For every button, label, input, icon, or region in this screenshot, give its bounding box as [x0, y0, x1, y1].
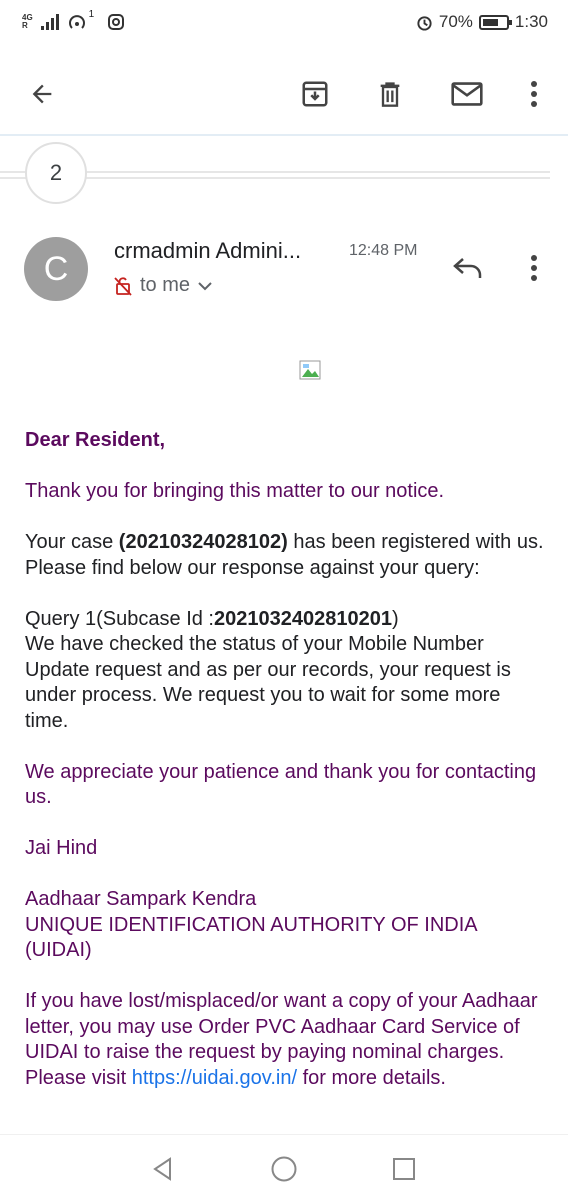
- status-bar: 4G R 1 70% 1:30: [0, 0, 568, 48]
- case-prefix: Your case: [25, 531, 119, 553]
- more-vert-icon: [531, 81, 537, 107]
- status-left: 4G R 1: [22, 8, 125, 32]
- greeting: Dear Resident,: [25, 429, 166, 451]
- case-paragraph: Your case (20210324028102) has been regi…: [25, 530, 545, 581]
- more-options-button[interactable]: [510, 70, 558, 118]
- email-body: Dear Resident, Thank you for bringing th…: [25, 428, 545, 1117]
- system-navigation-bar: [0, 1134, 568, 1200]
- network-type: 4G R: [22, 14, 33, 30]
- status-right: 70% 1:30: [416, 12, 548, 32]
- nav-recents-button[interactable]: [384, 1149, 424, 1189]
- recipient-details-toggle[interactable]: to me: [114, 274, 212, 297]
- org-line-2: UNIQUE IDENTIFICATION AUTHORITY OF INDIA…: [25, 913, 477, 962]
- back-button[interactable]: [18, 70, 66, 118]
- query-suffix: ): [391, 607, 399, 630]
- battery-percent: 70%: [438, 12, 473, 31]
- message-header: C crmadmin Admini... 12:48 PM to me: [0, 230, 568, 310]
- instagram-icon: [108, 14, 125, 30]
- hotspot-icon: [68, 15, 85, 29]
- no-encryption-icon: [114, 276, 132, 296]
- toolbar-divider: [0, 134, 568, 136]
- query-paragraph: Query 1(Subcase Id :2021032402810201) We …: [25, 607, 545, 735]
- uidai-link[interactable]: https://uidai.gov.in/: [132, 1067, 297, 1089]
- broken-image-icon: [299, 360, 323, 382]
- sign-off: Jai Hind: [25, 837, 98, 859]
- archive-button[interactable]: [291, 70, 339, 118]
- nav-back-button[interactable]: [143, 1149, 183, 1189]
- avatar[interactable]: C: [24, 237, 88, 301]
- back-arrow-icon: [32, 84, 52, 104]
- collapsed-messages-row[interactable]: 2: [0, 142, 568, 206]
- message-time: 12:48 PM: [349, 242, 418, 259]
- collapsed-count-badge[interactable]: 2: [25, 142, 87, 204]
- circle-home-icon: [271, 1156, 297, 1182]
- square-recents-icon: [393, 1158, 415, 1180]
- mark-unread-button[interactable]: [443, 70, 491, 118]
- chevron-down-icon: [198, 281, 212, 290]
- battery-fill: [482, 18, 499, 26]
- battery-icon: [478, 14, 512, 30]
- sender-name: crmadmin Admini...: [114, 238, 302, 263]
- email-toolbar: [0, 56, 568, 132]
- delete-icon: [380, 82, 400, 107]
- case-id: (20210324028102): [118, 531, 288, 553]
- archive-icon: [302, 81, 328, 107]
- network-type-bottom: R: [22, 21, 28, 30]
- query-response: We have checked the status of your Mobil…: [25, 633, 511, 732]
- signal-icon: [40, 14, 59, 30]
- pvc-paragraph: If you have lost/misplaced/or want a cop…: [25, 989, 545, 1091]
- delete-button[interactable]: [366, 70, 414, 118]
- recipient-label: to me: [140, 274, 191, 296]
- org-line-1: Aadhaar Sampark Kendra: [25, 888, 257, 910]
- alarm-icon: [417, 15, 432, 31]
- appreciation-line: We appreciate your patience and thank yo…: [25, 760, 537, 809]
- mark-unread-icon: [451, 82, 483, 106]
- query-prefix: Query 1(Subcase Id :: [25, 607, 214, 630]
- triangle-back-icon: [153, 1157, 171, 1181]
- reply-button[interactable]: [444, 244, 492, 292]
- organization-block: Aadhaar Sampark Kendra UNIQUE IDENTIFICAT…: [25, 887, 545, 964]
- thanks-line: Thank you for bringing this matter to ou…: [25, 480, 445, 502]
- nav-home-button[interactable]: [264, 1149, 304, 1189]
- reply-icon: [453, 258, 482, 278]
- message-more-button[interactable]: [510, 244, 558, 292]
- clock: 1:30: [514, 12, 548, 31]
- more-vert-icon: [531, 255, 537, 281]
- notification-count: 1: [88, 8, 95, 20]
- subcase-id: 2021032402810201: [213, 607, 392, 630]
- pvc-suffix: for more details.: [297, 1066, 446, 1089]
